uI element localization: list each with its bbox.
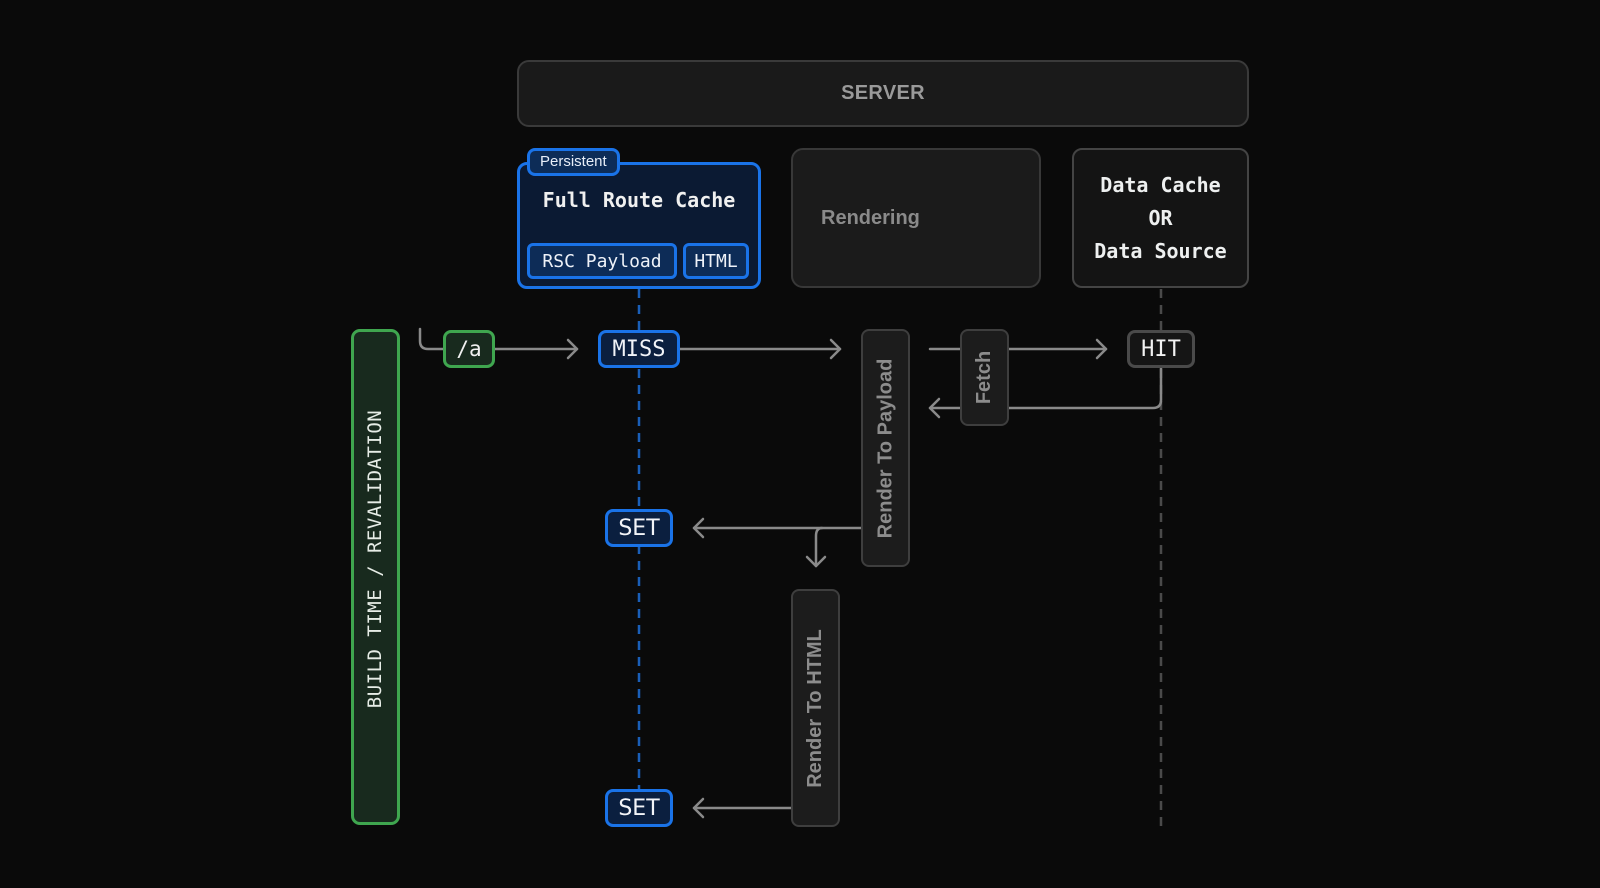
fetch-label: Fetch	[973, 350, 995, 405]
set-payload-badge: SET	[605, 509, 673, 547]
data-or-line: OR	[1148, 205, 1173, 230]
server-header: SERVER	[517, 60, 1249, 127]
rsc-payload-chip: RSC Payload	[527, 243, 677, 279]
set-html-badge: SET	[605, 789, 673, 827]
request-entry-line	[418, 327, 445, 351]
build-time-label-wrap: BUILD TIME / REVALIDATION	[351, 329, 400, 825]
render-to-payload-label: Render To Payload	[874, 358, 897, 538]
data-cache-line: Data Cache	[1100, 172, 1221, 197]
render-to-html-box: Render To HTML	[791, 589, 840, 827]
miss-badge: MISS	[598, 330, 680, 368]
render-to-html-label: Render To HTML	[804, 628, 827, 788]
data-source-line: Data Source	[1094, 238, 1227, 263]
build-time-label: BUILD TIME / REVALIDATION	[364, 409, 387, 709]
persistent-badge: Persistent	[527, 148, 620, 176]
render-to-payload-box: Render To Payload	[861, 329, 910, 567]
rendering-label: Rendering	[821, 206, 920, 229]
html-chip: HTML	[683, 243, 749, 279]
data-cache-box: Data Cache OR Data Source	[1072, 148, 1249, 288]
route-badge: /a	[443, 330, 495, 368]
rendering-box: Rendering	[791, 148, 1041, 288]
server-label: SERVER	[841, 82, 925, 104]
hit-badge: HIT	[1127, 330, 1195, 368]
fetch-box: Fetch	[960, 329, 1009, 426]
full-route-cache-title: Full Route Cache	[542, 188, 736, 212]
